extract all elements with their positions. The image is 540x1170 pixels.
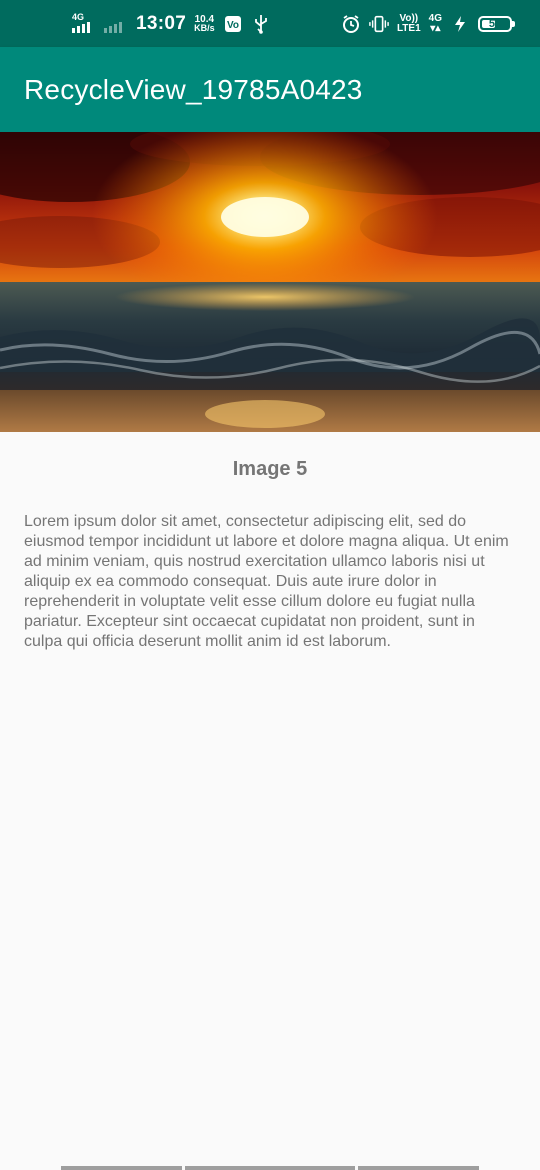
- signal-icon: 4G: [72, 11, 96, 34]
- navigation-hint: [0, 1165, 540, 1170]
- app-notification-icon: Vo: [223, 14, 243, 34]
- lte-label: LTE1: [396, 22, 421, 34]
- charging-icon: [450, 14, 470, 34]
- app-title: RecycleView_19785A0423: [24, 73, 363, 105]
- vibrate-icon: [369, 14, 389, 34]
- status-time: 13:07: [136, 12, 187, 34]
- status-bar: 4G 13:07 10.4 KB/s Vo Vo)) LTE1 4G ▾▴ 51: [0, 0, 540, 47]
- network-speed-unit: KB/s: [194, 22, 215, 33]
- status-left-group: 4G 13:07 10.4 KB/s Vo: [72, 11, 271, 35]
- nav-hint-left: [61, 1166, 182, 1170]
- network-speed: 10.4 KB/s: [194, 14, 215, 33]
- volte-icon: Vo)) LTE1: [396, 12, 421, 34]
- battery-level: 51: [488, 17, 502, 30]
- app-bar: RecycleView_19785A0423: [0, 47, 540, 132]
- svg-text:Vo: Vo: [227, 20, 239, 31]
- status-right-group: Vo)) LTE1 4G ▾▴ 51: [341, 12, 515, 34]
- battery-icon: 51: [478, 15, 515, 32]
- nav-hint-right: [358, 1166, 479, 1170]
- item-description: Lorem ipsum dolor sit amet, consectetur …: [24, 513, 509, 650]
- sunset-over-sea-image: [0, 132, 540, 432]
- nav-hint-center: [185, 1166, 355, 1170]
- usb-icon: [251, 14, 271, 34]
- signal-dim-icon: [104, 14, 128, 34]
- item-title: Image 5: [232, 458, 308, 480]
- volte-label: Vo)): [399, 12, 419, 24]
- network-type-label-2: 4G: [428, 12, 442, 24]
- alarm-icon: [341, 14, 361, 34]
- network-type-label: 4G: [72, 11, 85, 22]
- data-arrows-icon: 4G ▾▴: [428, 12, 442, 34]
